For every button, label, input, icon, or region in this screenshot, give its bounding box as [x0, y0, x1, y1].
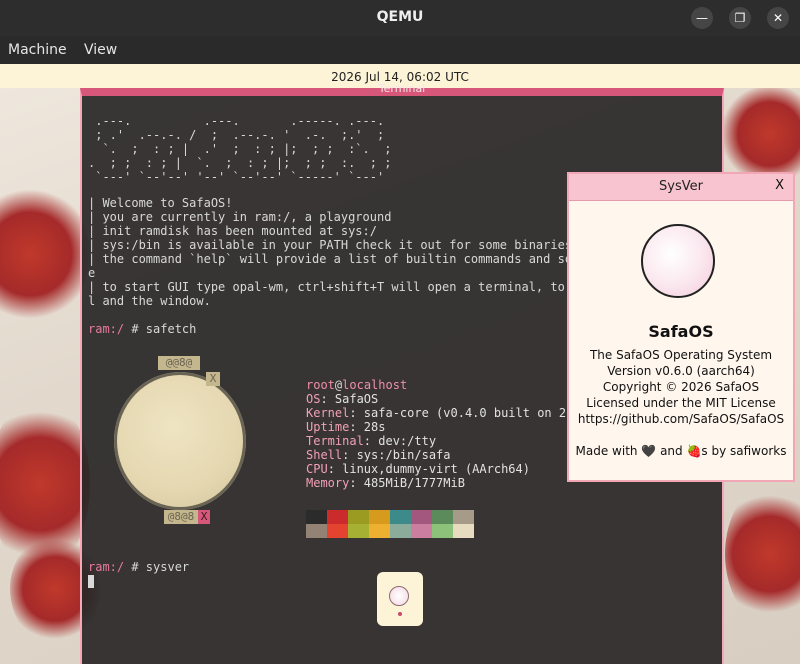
fetch-key: Uptime [306, 420, 350, 434]
fetch-key: Terminal [306, 434, 364, 448]
qemu-titlebar: QEMU — ❐ ✕ [0, 0, 800, 36]
text-cursor [88, 575, 94, 588]
guest-screen: 2026 Jul 14, 06:02 UTC Terminal .---. .-… [0, 64, 800, 664]
palette-swatch [453, 524, 474, 538]
os-name: SafaOS [648, 322, 714, 341]
fetch-key: OS [306, 392, 321, 406]
fetch-key: CPU [306, 462, 328, 476]
app-launcher-icon[interactable] [389, 586, 409, 606]
shell-prompt: ram:/ [88, 560, 125, 574]
fetch-value: : 28s [349, 420, 386, 434]
sysver-close-button[interactable]: X [775, 178, 784, 193]
sysver-title: SysVer [659, 179, 703, 194]
fetch-key: Kernel [306, 406, 350, 420]
welcome-line: | Welcome to SafaOS! [88, 196, 233, 210]
palette-swatch [348, 524, 369, 538]
command-text: # sysver [124, 560, 190, 574]
sysver-line: Copyright © 2026 SafaOS [602, 380, 760, 394]
palette-swatch [369, 510, 390, 524]
command-text: # safetch [124, 322, 197, 336]
blossom-decoration [720, 84, 800, 184]
fetch-key: Shell [306, 448, 343, 462]
welcome-line: | sys:/bin is available in your PATH che… [88, 238, 573, 252]
blossom-decoration [0, 184, 90, 324]
taskbar-dock [377, 572, 423, 626]
command-line-safetch: ram:/ # safetch [88, 322, 196, 336]
safetch-output: root@localhost OS: SafaOS Kernel: safa-c… [306, 378, 573, 490]
welcome-line: l and the window. [88, 294, 211, 308]
fetch-user: root [306, 378, 335, 392]
command-line-sysver: ram:/ # sysver [88, 560, 189, 588]
welcome-line: | to start GUI type opal-wm, ctrl+shift+… [88, 280, 587, 294]
moon-char-x: X [206, 372, 220, 386]
fetch-value: : dev:/tty [363, 434, 437, 448]
running-indicator [398, 612, 402, 616]
maximize-button[interactable]: ❐ [729, 7, 751, 29]
palette-swatch [432, 510, 453, 524]
moon-char-x: X [198, 510, 210, 524]
palette-swatch [432, 524, 453, 538]
welcome-line: | init ramdisk has been mounted at sys:/ [88, 224, 377, 238]
close-button[interactable]: ✕ [767, 7, 789, 29]
welcome-line: e [88, 266, 96, 280]
sysver-window[interactable]: SysVer X SafaOS The SafaOS Operating Sys… [567, 172, 795, 482]
blossom-decoration [725, 484, 800, 624]
palette-swatch [327, 524, 348, 538]
minimize-button[interactable]: — [691, 7, 713, 29]
sysver-line: https://github.com/SafaOS/SafaOS [577, 412, 785, 426]
moon-disc [114, 372, 246, 510]
palette-swatch [369, 524, 390, 538]
window-title: QEMU [376, 9, 424, 25]
moon-char-block: @@8@ [158, 356, 200, 370]
fetch-key: Memory [306, 476, 350, 490]
sysver-line: Made with 🖤 and 🍓s by safiworks [575, 444, 787, 458]
welcome-line: | the command `help` will provide a list… [88, 252, 587, 266]
fetch-value: : sys:/bin/safa [342, 448, 451, 462]
palette-swatch [306, 524, 327, 538]
fetch-host: localhost [342, 378, 408, 392]
menu-view[interactable]: View [84, 42, 117, 58]
terminal-title: Terminal [378, 82, 426, 95]
moon-logo: @@8@ X @8@8 X [96, 356, 260, 524]
menu-machine[interactable]: Machine [8, 42, 67, 58]
color-palette [306, 510, 474, 538]
sysver-line: The SafaOS Operating System [589, 348, 773, 362]
menu-bar: Machine View [0, 36, 800, 64]
sysver-line: Version v0.6.0 (aarch64) [607, 364, 755, 378]
palette-swatch [411, 510, 432, 524]
moon-char-block: @8@8 [164, 510, 198, 524]
welcome-message: | Welcome to SafaOS! | you are currently… [88, 196, 587, 308]
fetch-value: : linux,dummy-virt (AArch64) [327, 462, 530, 476]
palette-swatch [453, 510, 474, 524]
palette-swatch [327, 510, 348, 524]
safaos-logo-icon [641, 224, 715, 298]
shell-prompt: ram:/ [88, 322, 125, 336]
palette-swatch [390, 510, 411, 524]
sysver-titlebar[interactable]: SysVer X [569, 174, 793, 201]
palette-swatch [306, 510, 327, 524]
palette-swatch [348, 510, 369, 524]
sysver-line: Licensed under the MIT License [586, 396, 776, 410]
fetch-value: : safa-core (v0.4.0 built on 20 [349, 406, 574, 420]
palette-swatch [390, 524, 411, 538]
welcome-line: | you are currently in ram:/, a playgrou… [88, 210, 392, 224]
safaos-ascii-logo: .---. .---. .-----. .---. ; .' .--.-. / … [88, 114, 392, 184]
fetch-value: : 485MiB/1777MiB [349, 476, 465, 490]
fetch-value: : SafaOS [320, 392, 379, 406]
palette-swatch [411, 524, 432, 538]
